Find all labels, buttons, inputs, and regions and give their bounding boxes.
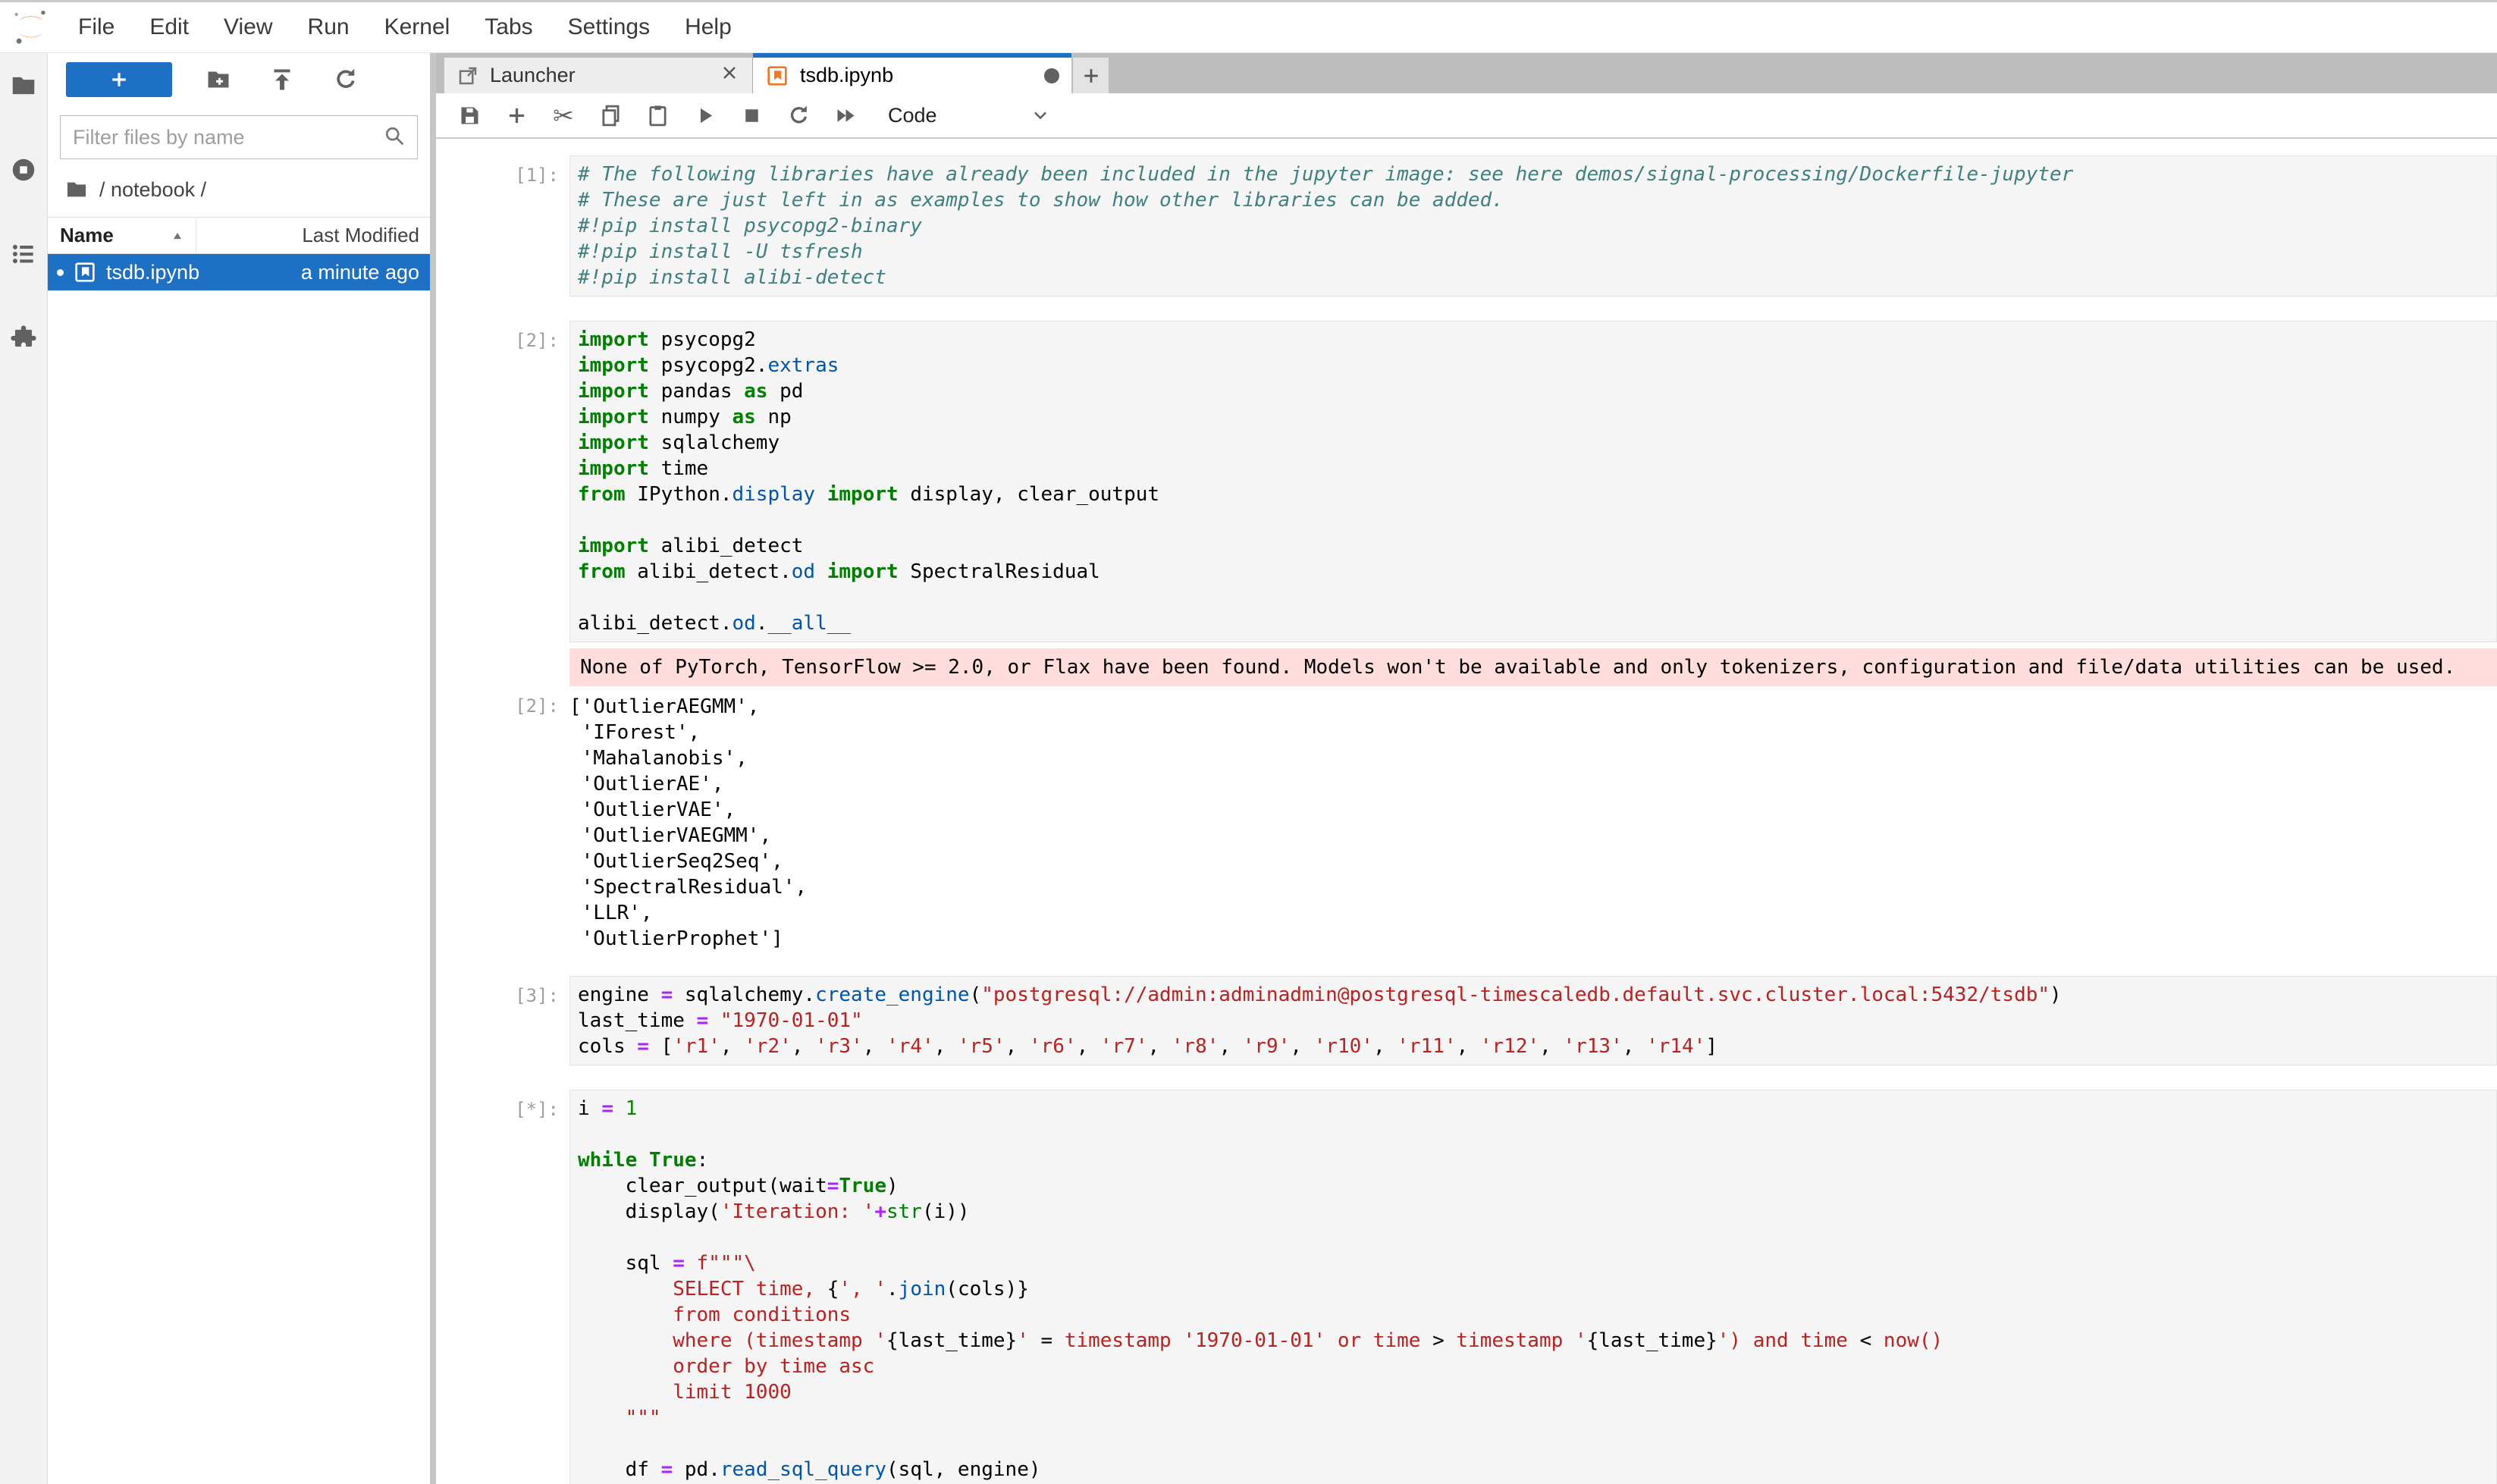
cell-code-editor[interactable]: import psycopg2import psycopg2.extrasimp… (569, 321, 2497, 642)
tab-bar: Launcher tsdb.ipynb (436, 53, 2497, 93)
notebook-toolbar: ✂ Code (436, 93, 2497, 139)
menu-item-file[interactable]: File (61, 14, 132, 40)
cell-execution-prompt: [*]: (436, 1090, 569, 1484)
breadcrumb-path: / notebook / (99, 178, 206, 202)
file-name: tsdb.ipynb (106, 261, 199, 284)
jupyter-logo-icon (12, 8, 50, 46)
extension-manager-icon[interactable] (9, 324, 38, 356)
home-folder-icon (64, 177, 89, 202)
file-browser-toolbar (66, 62, 418, 97)
save-icon[interactable] (456, 102, 483, 129)
new-launcher-button[interactable] (66, 62, 172, 97)
cell-code-editor[interactable]: engine = sqlalchemy.create_engine("postg… (569, 976, 2497, 1065)
jupyterlab-window: FileEditViewRunKernelTabsSettingsHelp (0, 0, 2497, 1484)
menu-item-kernel[interactable]: Kernel (367, 14, 468, 40)
search-icon (382, 124, 406, 152)
files-icon[interactable] (9, 71, 38, 104)
new-folder-icon[interactable] (201, 66, 236, 93)
tab-label: tsdb.ipynb (800, 64, 893, 87)
file-row-tsdb-ipynb[interactable]: tsdb.ipynb a minute ago (48, 254, 430, 290)
notebook-cell: [2]:import psycopg2import psycopg2.extra… (436, 321, 2497, 952)
execute-result: ['OutlierAEGMM', 'IForest', 'Mahalanobis… (569, 694, 807, 952)
running-sessions-icon[interactable] (9, 155, 38, 188)
cell-execution-prompt: [2]: (436, 321, 569, 642)
menu-item-help[interactable]: Help (667, 14, 749, 40)
menu-item-settings[interactable]: Settings (551, 14, 667, 40)
cell-output: [2]:['OutlierAEGMM', 'IForest', 'Mahalan… (436, 694, 2497, 952)
column-header-name[interactable]: Name (48, 218, 196, 253)
menu-item-view[interactable]: View (206, 14, 290, 40)
cell-execution-prompt: [1]: (436, 155, 569, 296)
filter-files-input[interactable] (71, 125, 382, 150)
run-icon[interactable] (691, 102, 718, 129)
dock-panel: Launcher tsdb.ipynb (430, 53, 2497, 1484)
run-all-icon[interactable] (832, 102, 859, 129)
cell-execution-prompt: [3]: (436, 976, 569, 1065)
tab-tsdb-ipynb[interactable]: tsdb.ipynb (753, 53, 1071, 93)
new-tab-button[interactable] (1073, 58, 1109, 93)
notebook-cell: [3]:engine = sqlalchemy.create_engine("p… (436, 976, 2497, 1065)
menu-item-tabs[interactable]: Tabs (467, 14, 550, 40)
sort-ascending-icon (170, 228, 185, 243)
tab-launcher[interactable]: Launcher (444, 58, 753, 93)
chevron-down-icon (1030, 105, 1051, 126)
notebook-file-icon (73, 260, 97, 284)
upload-icon[interactable] (265, 66, 300, 93)
refresh-icon[interactable] (328, 66, 363, 93)
file-last-modified: a minute ago (301, 261, 419, 284)
main-body: / notebook / Name Last Modified tsdb.ipy… (0, 53, 2497, 1484)
close-icon[interactable] (719, 62, 740, 89)
file-dirty-indicator (57, 269, 64, 276)
menu-bar: FileEditViewRunKernelTabsSettingsHelp (0, 2, 2497, 53)
notebook-cell: [*]:i = 1while True: clear_output(wait=T… (436, 1090, 2497, 1484)
cell-type-select[interactable]: Code (888, 104, 1051, 127)
property-inspector-icon[interactable] (9, 240, 38, 272)
copy-icon[interactable] (597, 102, 624, 129)
notebook-file-icon (765, 64, 789, 88)
paste-icon[interactable] (644, 102, 671, 129)
filter-files-box (60, 115, 418, 159)
launcher-icon (456, 64, 479, 87)
file-listing-header: Name Last Modified (48, 217, 430, 254)
notebook-cells: [1]:# The following libraries have alrea… (436, 139, 2497, 1484)
insert-cell-icon[interactable] (503, 102, 530, 129)
stop-icon[interactable] (738, 102, 765, 129)
output-prompt: [2]: (436, 694, 569, 952)
file-browser-panel: / notebook / Name Last Modified tsdb.ipy… (48, 53, 430, 1484)
activity-bar (0, 53, 48, 1484)
menu-item-edit[interactable]: Edit (132, 14, 206, 40)
unsaved-changes-indicator (1044, 68, 1059, 83)
stderr-output: None of PyTorch, TensorFlow >= 2.0, or F… (569, 648, 2497, 686)
cell-code-editor[interactable]: # The following libraries have already b… (569, 155, 2497, 296)
menu-item-run[interactable]: Run (290, 14, 367, 40)
breadcrumb[interactable]: / notebook / (64, 177, 430, 202)
cut-icon[interactable]: ✂ (550, 102, 577, 129)
column-header-last-modified[interactable]: Last Modified (196, 218, 430, 253)
tab-label: Launcher (490, 64, 576, 87)
cell-code-editor[interactable]: i = 1while True: clear_output(wait=True)… (569, 1090, 2497, 1484)
notebook-cell: [1]:# The following libraries have alrea… (436, 155, 2497, 296)
restart-icon[interactable] (785, 102, 812, 129)
cell-type-value: Code (888, 104, 937, 127)
